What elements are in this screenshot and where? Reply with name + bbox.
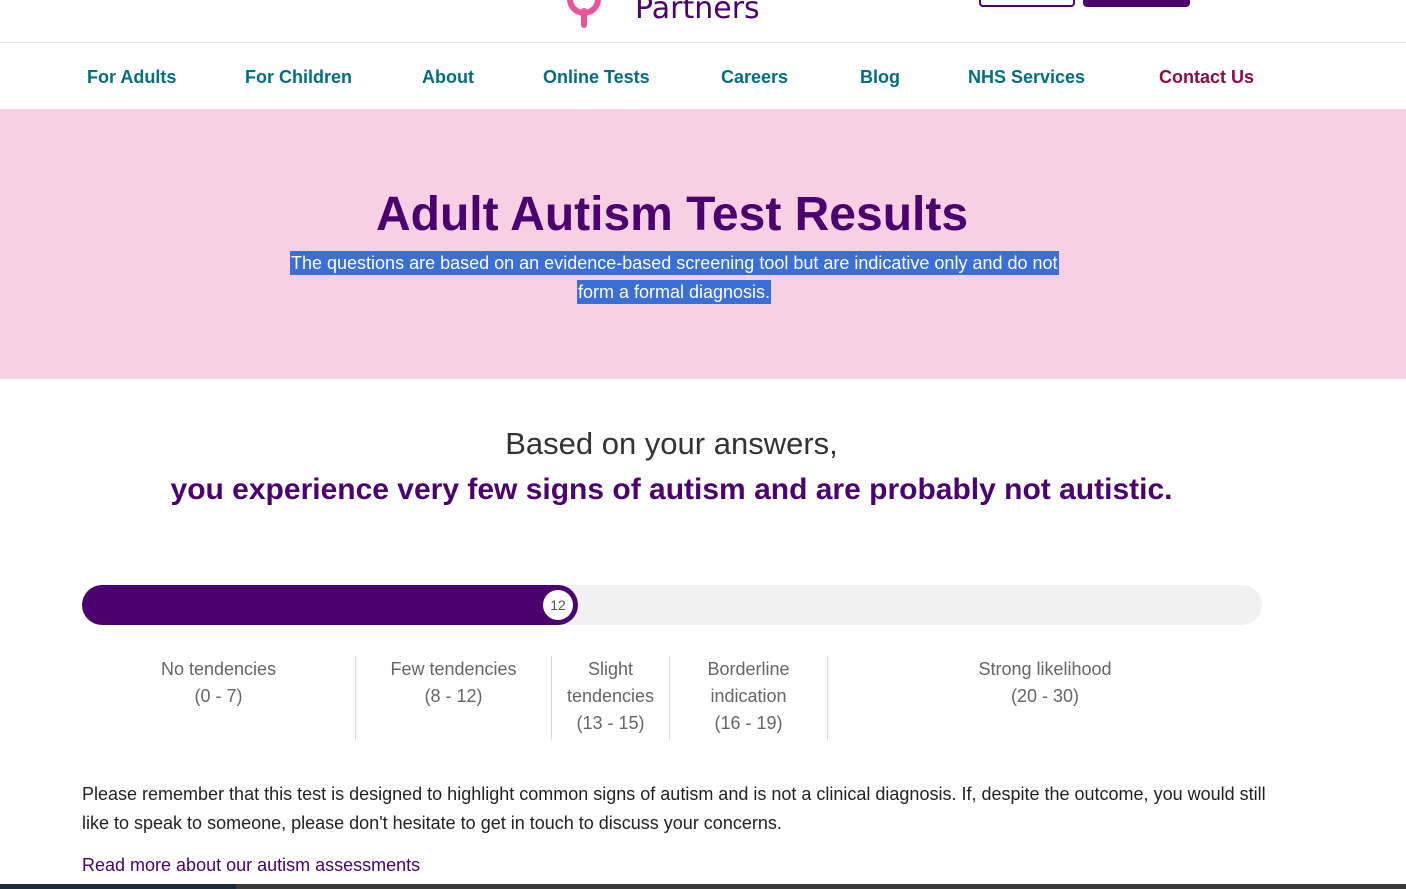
nav-item-careers[interactable]: Careers: [721, 67, 788, 88]
band-label: Few tendencies: [390, 659, 517, 679]
hero-subtitle-text: The questions are based on an evidence-b…: [290, 251, 1059, 304]
header-solid-button[interactable]: [1083, 0, 1190, 7]
band-borderline-indication: Borderline indication (16 - 19): [670, 656, 828, 740]
band-range: (13 - 15): [576, 713, 645, 733]
band-label: Borderline indication: [707, 659, 790, 706]
band-label: Strong likelihood: [978, 659, 1112, 679]
nav-item-nhs-services[interactable]: NHS Services: [968, 67, 1085, 88]
nav-item-online-tests[interactable]: Online Tests: [543, 67, 650, 88]
hero-banner: Adult Autism Test Results The questions …: [0, 109, 1406, 379]
logo-mark-icon: [565, 0, 605, 28]
result-intro: Based on your answers,: [505, 426, 838, 461]
score-bands: No tendencies (0 - 7) Few tendencies (8 …: [82, 656, 1262, 740]
band-strong-likelihood: Strong likelihood (20 - 30): [828, 656, 1262, 740]
read-more-link[interactable]: Read more about our autism assessments: [82, 855, 420, 876]
band-label: Slight tendencies: [566, 659, 655, 706]
band-no-tendencies: No tendencies (0 - 7): [82, 656, 356, 740]
nav-item-contact-us[interactable]: Contact Us: [1159, 67, 1254, 88]
nav-item-for-adults[interactable]: For Adults: [87, 67, 176, 88]
band-few-tendencies: Few tendencies (8 - 12): [356, 656, 552, 740]
score-indicator: 12: [540, 587, 576, 623]
nav-item-about[interactable]: About: [422, 67, 474, 88]
hero-subtitle: The questions are based on an evidence-b…: [290, 249, 1059, 307]
nav-item-blog[interactable]: Blog: [860, 67, 900, 88]
band-range: (8 - 12): [424, 686, 483, 706]
site-logo[interactable]: Partners: [565, 0, 760, 28]
nav-item-for-children[interactable]: For Children: [245, 67, 352, 88]
band-range: (0 - 7): [194, 686, 243, 706]
header-outline-button[interactable]: [979, 0, 1075, 7]
band-range: (20 - 30): [1010, 686, 1080, 706]
score-bar: 12: [82, 585, 1262, 625]
disclaimer-text: Please remember that this test is design…: [82, 784, 1266, 833]
page-title: Adult Autism Test Results: [375, 188, 969, 241]
band-label: No tendencies: [160, 659, 277, 679]
site-header: Partners: [0, 0, 1406, 43]
band-range: (16 - 19): [714, 713, 783, 733]
logo-text: Partners: [635, 0, 760, 26]
band-slight-tendencies: Slight tendencies (13 - 15): [552, 656, 670, 740]
main-nav: For Adults For Children About Online Tes…: [0, 43, 1406, 109]
score-bar-fill: [82, 585, 578, 625]
footer-image-strip: [0, 884, 1406, 889]
result-conclusion: you experience very few signs of autism …: [170, 473, 1173, 506]
